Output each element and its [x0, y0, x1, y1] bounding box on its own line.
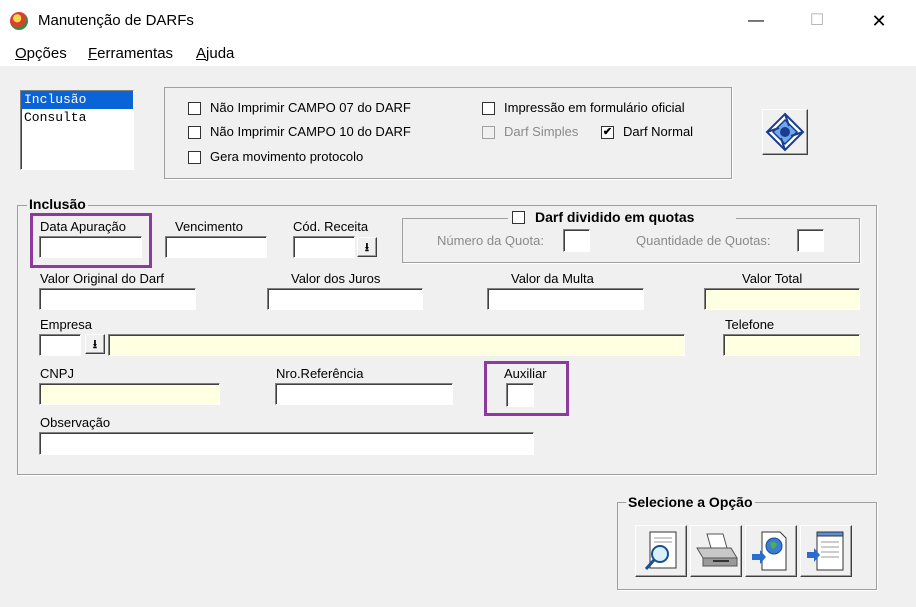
nro-referencia-input[interactable]	[275, 383, 453, 405]
search-document-icon	[644, 531, 677, 570]
menu-ajuda[interactable]: Ajuda	[196, 45, 234, 62]
data-apuracao-input[interactable]	[39, 236, 142, 258]
valor-multa-input[interactable]	[487, 288, 644, 310]
numero-quota-label: Número da Quota:	[437, 233, 544, 248]
valor-original-input[interactable]	[39, 288, 196, 310]
valor-multa-label: Valor da Multa	[511, 271, 594, 286]
inclusao-group-title: Inclusão	[27, 196, 88, 212]
notepad-export-icon	[807, 531, 844, 571]
printer-icon	[696, 533, 738, 567]
darf-simples-label: Darf Simples	[504, 124, 579, 139]
quotas-title: Darf dividido em quotas	[533, 209, 697, 225]
empresa-label: Empresa	[40, 317, 93, 332]
nao-imprimir-07-label: Não Imprimir CAMPO 07 do DARF	[210, 100, 411, 115]
darf-simples-checkbox	[482, 126, 495, 139]
data-apuracao-label: Data Apuração	[40, 219, 127, 234]
menu-opcoes[interactable]: Opções	[15, 45, 67, 62]
gera-movimento-label: Gera movimento protocolo	[210, 149, 364, 164]
cod-receita-input[interactable]	[293, 236, 355, 258]
empresa-code-input[interactable]	[39, 334, 81, 356]
selecione-opcao-title: Selecione a Opção	[626, 494, 755, 510]
auxiliar-label: Auxiliar	[504, 366, 547, 381]
telefone-label: Telefone	[725, 317, 775, 332]
cnpj-field	[39, 383, 220, 405]
vencimento-label: Vencimento	[175, 219, 243, 234]
empresa-dropdown-button[interactable]: ⭳	[85, 334, 105, 354]
vencimento-input[interactable]	[165, 236, 267, 258]
gera-movimento-checkbox[interactable]	[188, 151, 201, 164]
maximize-button[interactable]: ☐	[802, 8, 832, 34]
darf-normal-checkbox[interactable]: ✔	[601, 126, 614, 139]
nao-imprimir-10-label: Não Imprimir CAMPO 10 do DARF	[210, 124, 411, 139]
observacao-input[interactable]	[39, 432, 534, 455]
nao-imprimir-07-checkbox[interactable]	[188, 102, 201, 115]
minimize-button[interactable]: —	[741, 8, 771, 34]
valor-total-label: Valor Total	[742, 271, 803, 286]
darf-normal-label: Darf Normal	[623, 124, 694, 139]
exportar-texto-button[interactable]	[800, 525, 852, 577]
list-item-consulta[interactable]: Consulta	[21, 109, 133, 127]
window-title: Manutenção de DARFs	[38, 12, 194, 29]
exportar-web-button[interactable]	[745, 525, 797, 577]
cod-receita-label: Cód. Receita	[293, 219, 369, 234]
app-icon	[10, 12, 28, 30]
impressao-formulario-checkbox[interactable]	[482, 102, 495, 115]
consultar-button[interactable]	[635, 525, 687, 577]
quotas-checkbox[interactable]	[512, 211, 525, 224]
observacao-label: Observação	[40, 415, 111, 430]
cnpj-label: CNPJ	[40, 366, 74, 381]
auxiliar-input[interactable]	[506, 383, 534, 407]
numero-quota-input[interactable]	[563, 229, 590, 252]
impressao-formulario-label: Impressão em formulário oficial	[504, 100, 685, 115]
nao-imprimir-10-checkbox[interactable]	[188, 126, 201, 139]
cod-receita-dropdown-button[interactable]: ⭳	[357, 237, 377, 257]
nro-referencia-label: Nro.Referência	[276, 366, 364, 381]
telefone-field	[723, 334, 860, 356]
empresa-name-field	[108, 334, 685, 356]
menu-ferramentas[interactable]: Ferramentas	[88, 45, 173, 62]
list-item-inclusao[interactable]: Inclusão	[21, 91, 133, 109]
valor-juros-label: Valor dos Juros	[291, 271, 381, 286]
valor-original-label: Valor Original do Darf	[40, 271, 165, 286]
web-export-icon	[752, 531, 787, 571]
logo-button[interactable]	[762, 109, 808, 155]
close-button[interactable]: ✕	[864, 8, 894, 34]
imprimir-button[interactable]	[690, 525, 742, 577]
valor-juros-input[interactable]	[267, 288, 423, 310]
quantidade-quotas-label: Quantidade de Quotas:	[636, 233, 771, 248]
compass-logo-icon	[765, 112, 805, 152]
valor-total-field	[704, 288, 860, 310]
quantidade-quotas-input[interactable]	[797, 229, 824, 252]
mode-listbox[interactable]: Inclusão Consulta	[20, 90, 134, 170]
